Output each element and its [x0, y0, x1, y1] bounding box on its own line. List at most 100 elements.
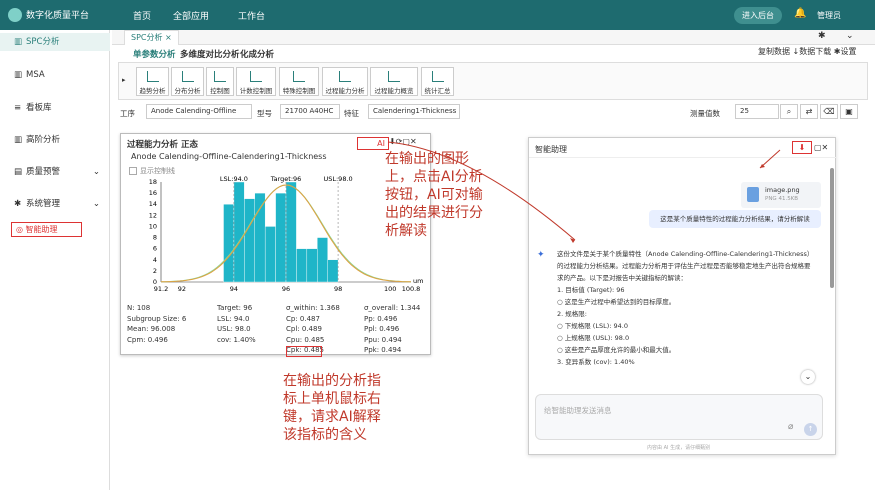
sidebar-item-smart-assistant[interactable]: ◎ 智能助理: [11, 222, 82, 237]
count-control-icon: [250, 71, 262, 82]
chat-title: 智能助理: [535, 145, 567, 154]
stat-value[interactable]: Subgroup Size: 6: [127, 315, 186, 323]
stat-value[interactable]: Target: 96: [217, 304, 252, 312]
stat-value[interactable]: σ_overall: 1.344: [364, 304, 420, 312]
response-line: ○ 这是生产过程中希望达到的目标厚度。: [557, 298, 676, 306]
stat-value[interactable]: Cpl: 0.489: [286, 325, 322, 333]
stat-value[interactable]: Cpu: 0.485: [286, 336, 324, 344]
logo-icon: [8, 8, 22, 22]
y-tick-label: 10: [149, 222, 157, 230]
y-tick-label: 18: [149, 178, 157, 186]
x-unit: um: [413, 277, 423, 285]
stat-value[interactable]: LSL: 94.0: [217, 315, 249, 323]
stat-value[interactable]: Cpm: 0.496: [127, 336, 168, 344]
sidebar-item-advanced[interactable]: ▥ 高阶分析: [0, 131, 110, 149]
tool-distribution[interactable]: 分布分析: [171, 67, 204, 96]
sidebar: ▥ SPC分析 ▥ MSA ≡ 看板库 ▥ 高阶分析 ▤ 质量预警 ⌄ ✱ 系统管理 ⌄: [0, 30, 110, 490]
tool-summary[interactable]: 统计汇总: [421, 67, 454, 96]
y-tick-label: 14: [149, 200, 157, 208]
chat-header: 智能助理 ⬇ ▢✕: [529, 138, 837, 158]
scroll-down-icon[interactable]: ⌄: [801, 370, 815, 384]
ai-analyze-button[interactable]: AI: [357, 137, 389, 150]
stat-value[interactable]: N: 108: [127, 304, 150, 312]
response-line: 求的产品。以下是对报告中关键指标的解读：: [557, 274, 687, 282]
enter-admin-button[interactable]: 进入后台: [734, 7, 782, 24]
settings-icon[interactable]: ✱: [818, 31, 826, 41]
tool-count-control[interactable]: 计数控制图: [236, 67, 276, 96]
window-controls[interactable]: ▢✕: [814, 143, 828, 152]
stat-value[interactable]: Pp: 0.496: [364, 315, 397, 323]
histogram-bar: [317, 237, 328, 283]
scrollbar[interactable]: [830, 168, 834, 288]
tab-spc[interactable]: SPC分析 ×: [124, 30, 179, 45]
subtab-single[interactable]: 单参数分析: [133, 48, 176, 60]
clear-icon[interactable]: ⌫: [820, 104, 838, 119]
nav-workbench[interactable]: 工作台: [238, 9, 265, 22]
chat-input[interactable]: 给智能助理发送消息 ⌀ ↑: [535, 394, 823, 440]
lsl-label: LSL:94.0: [220, 175, 248, 183]
sidebar-item-system[interactable]: ✱ 系统管理 ⌄: [0, 195, 110, 213]
stat-value[interactable]: Mean: 96.008: [127, 325, 175, 333]
stat-value[interactable]: USL: 98.0: [217, 325, 251, 333]
stat-value[interactable]: σ_within: 1.368: [286, 304, 340, 312]
send-icon[interactable]: ↑: [804, 423, 817, 436]
x-tick-label: 92: [178, 285, 186, 292]
response-line: 2. 规格限:: [557, 310, 587, 318]
nav-all-apps[interactable]: 全部应用: [173, 9, 209, 22]
summary-icon: [431, 71, 444, 82]
expand-icon[interactable]: ▸: [122, 76, 126, 84]
x-tick-label: 100: [384, 285, 396, 292]
response-line: 1. 目标值 (Target): 96: [557, 286, 625, 294]
gear-icon: ✱: [14, 199, 22, 209]
swap-icon[interactable]: ⇄: [800, 104, 818, 119]
model-select[interactable]: 21700 A40HC: [280, 104, 340, 119]
special-control-icon: [293, 71, 305, 82]
chevron-down-icon: ⌄: [92, 199, 100, 209]
attach-icon[interactable]: ⌀: [788, 422, 793, 432]
user-name[interactable]: 管理员: [817, 10, 841, 21]
close-icon[interactable]: ×: [165, 33, 172, 42]
download-icon[interactable]: ⬇: [792, 141, 812, 154]
stat-value[interactable]: cov: 1.40%: [217, 336, 256, 344]
save-icon[interactable]: ▣: [840, 104, 858, 119]
cpk-highlight: [286, 346, 322, 357]
annotation-line: 标上单机鼠标右: [283, 391, 381, 407]
panel-tools[interactable]: ⬇⟳▢✕: [389, 137, 417, 146]
annotation-line: 该指标的含义: [283, 427, 367, 443]
capability-overview-icon: [388, 71, 400, 82]
y-tick-label: 4: [153, 256, 157, 264]
histogram-bar: [285, 181, 297, 283]
sidebar-item-dashboard[interactable]: ≡ 看板库: [0, 99, 110, 117]
histogram-bar: [275, 192, 287, 283]
nav-home[interactable]: 首页: [133, 9, 151, 22]
stat-value[interactable]: Cp: 0.487: [286, 315, 320, 323]
bell-icon[interactable]: 🔔: [794, 8, 806, 19]
process-select[interactable]: Anode Calending-Offline: [146, 104, 252, 119]
subtab-multi[interactable]: 多维度对比分析: [180, 48, 240, 60]
data-actions[interactable]: 复制数据 ↓数据下载 ✱设置: [758, 46, 857, 57]
count-input[interactable]: 25: [735, 104, 779, 119]
query-icon[interactable]: ⌕: [780, 104, 798, 119]
download-icon[interactable]: ⬇: [389, 137, 396, 146]
tool-control-chart[interactable]: 控制图: [206, 67, 234, 96]
sidebar-item-alert[interactable]: ▤ 质量预警 ⌄: [0, 163, 110, 181]
file-size: PNG 41.5KB: [765, 196, 799, 202]
tool-trend[interactable]: 趋势分析: [136, 67, 169, 96]
tool-capability-overview[interactable]: 过程能力概览: [370, 67, 418, 96]
sidebar-item-msa[interactable]: ▥ MSA: [0, 66, 110, 84]
x-tick-label: 100.8: [402, 285, 421, 292]
list-icon: ≡: [14, 103, 22, 113]
feature-select[interactable]: Calendering1-Thickness: [368, 104, 460, 119]
tool-special-control[interactable]: 特殊控制图: [279, 67, 319, 96]
uploaded-file[interactable]: image.png PNG 41.5KB: [741, 182, 821, 208]
tool-capability[interactable]: 过程能力分析: [322, 67, 368, 96]
stat-value[interactable]: Ppk: 0.494: [364, 346, 401, 354]
stat-value[interactable]: Ppu: 0.494: [364, 336, 402, 344]
maximize-icon[interactable]: ▢: [402, 137, 410, 146]
chevron-down-icon[interactable]: ⌄: [846, 31, 854, 41]
subtab-formation[interactable]: 化成分析: [240, 48, 274, 60]
histogram-bar: [296, 248, 308, 283]
stat-value[interactable]: Ppl: 0.496: [364, 325, 399, 333]
sidebar-item-spc[interactable]: ▥ SPC分析: [0, 33, 110, 51]
close-icon[interactable]: ✕: [410, 137, 417, 146]
